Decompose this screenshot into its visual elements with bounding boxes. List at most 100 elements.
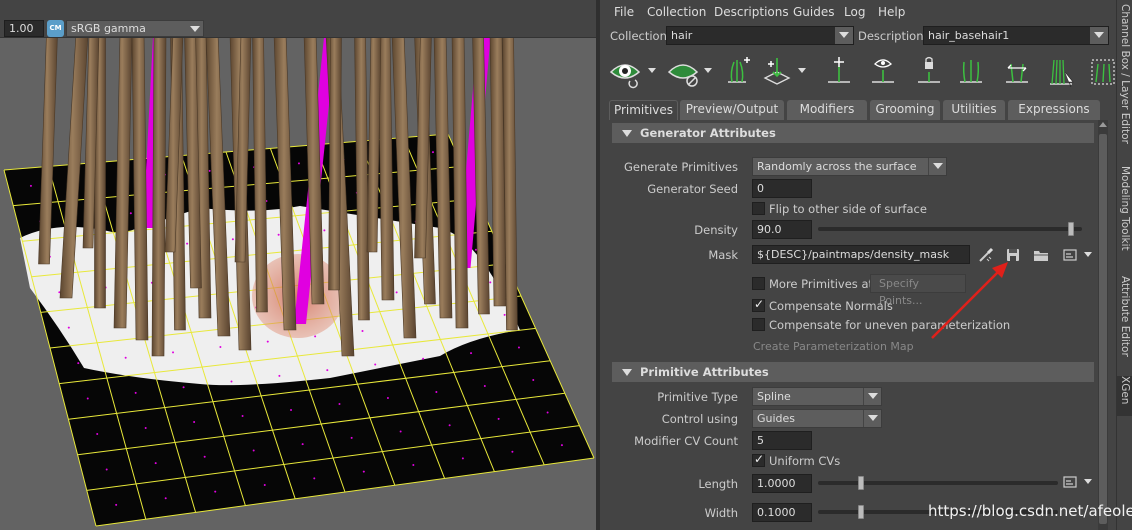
length-slider-handle[interactable] — [858, 476, 865, 490]
add-guide-icon[interactable] — [720, 54, 754, 90]
tab-utilities[interactable]: Utilities — [943, 100, 1005, 120]
guide-root-dot — [219, 346, 222, 349]
menu-collection[interactable]: Collection — [647, 5, 706, 19]
expression-editor-icon[interactable] — [1062, 246, 1080, 264]
guide-root-dot — [448, 424, 451, 427]
guide-root-dot — [230, 380, 233, 383]
width-label: Width — [704, 506, 738, 520]
side-tab-attribute-editor[interactable]: Attribute Editor — [1117, 276, 1132, 362]
guide-root-dot — [86, 397, 89, 400]
description-label: Description — [858, 29, 924, 43]
color-management-icon[interactable]: CM — [47, 20, 64, 37]
select-guides-icon[interactable] — [608, 54, 642, 90]
more-primitives-checkbox[interactable] — [752, 277, 765, 290]
uniform-cvs-checkbox[interactable] — [752, 452, 765, 467]
width-slider-handle[interactable] — [858, 505, 865, 519]
tab-preview-output[interactable]: Preview/Output — [680, 100, 784, 120]
generator-attributes-header[interactable]: Generator Attributes — [612, 123, 1094, 143]
guide-root-dot — [301, 443, 304, 446]
guide-root-dot — [474, 248, 477, 251]
guide-root-dot — [422, 357, 425, 360]
guide-root-dot — [77, 362, 80, 365]
side-tab-modeling-toolkit[interactable]: Modeling Toolkit — [1117, 166, 1132, 258]
guide-root-dot — [278, 374, 281, 377]
menu-file[interactable]: File — [614, 5, 634, 19]
normalize-guide-icon[interactable] — [954, 54, 988, 90]
density-slider-handle[interactable] — [1068, 222, 1075, 236]
lock-guide-icon[interactable] — [912, 54, 946, 90]
guide-root-dot — [431, 151, 434, 154]
tab-primitives[interactable]: Primitives — [609, 100, 678, 120]
tab-modifiers[interactable]: Modifiers — [787, 100, 867, 120]
guide-root-dot — [186, 242, 189, 245]
chevron-down-icon[interactable] — [1084, 252, 1092, 257]
tab-grooming[interactable]: Grooming — [870, 100, 940, 120]
collection-select[interactable]: hair — [666, 26, 854, 45]
guide-root-dot — [172, 351, 175, 354]
guide-root-dot — [412, 464, 415, 467]
sculpt-guide-icon[interactable] — [1084, 54, 1116, 90]
compensate-normals-checkbox[interactable] — [752, 297, 765, 312]
side-tab-channel-box[interactable]: Channel Box / Layer Editor — [1117, 4, 1132, 154]
guide-root-dot — [266, 340, 269, 343]
colorspace-select[interactable]: sRGB gamma — [66, 20, 204, 37]
guide-root-dot — [144, 427, 147, 429]
side-tab-xgen[interactable]: XGen — [1117, 376, 1132, 416]
chevron-down-icon[interactable] — [1084, 479, 1092, 484]
create-parameterization-map-button[interactable]: Create Parameterization Map — [753, 340, 914, 353]
guide-root-dot — [517, 346, 520, 349]
gamma-input[interactable]: 1.00 — [4, 20, 44, 37]
length-field[interactable]: 1.0000 — [752, 474, 812, 493]
more-primitives-label: More Primitives at — [769, 277, 874, 291]
control-using-select[interactable]: Guides — [752, 409, 882, 428]
show-guide-icon[interactable] — [866, 54, 900, 90]
length-slider[interactable] — [818, 481, 1058, 485]
density-field[interactable]: 90.0 — [752, 220, 812, 239]
guide-root-dot — [374, 363, 377, 366]
bend-guide-icon[interactable] — [822, 54, 856, 90]
menu-guides[interactable]: Guides — [793, 5, 835, 19]
side-tab-xgen-label: XGen — [1119, 376, 1131, 405]
generate-primitives-select[interactable]: Randomly across the surface — [752, 157, 947, 176]
rebuild-guide-icon[interactable] — [1044, 54, 1078, 90]
scroll-thumb[interactable] — [1099, 134, 1107, 524]
flip-side-checkbox[interactable] — [752, 202, 765, 215]
modifier-cv-count-field[interactable]: 5 — [752, 431, 812, 450]
guide-root-dot — [252, 449, 255, 452]
guide-root-dot — [124, 356, 127, 359]
folder-icon[interactable] — [1032, 246, 1050, 264]
scroll-up-icon[interactable] — [1099, 122, 1107, 127]
generator-seed-field[interactable]: 0 — [752, 179, 812, 198]
guide-root-dot — [511, 450, 514, 453]
3d-viewport[interactable]: 1.00 CM sRGB gamma — [0, 0, 596, 530]
width-field[interactable]: 0.1000 — [752, 503, 812, 522]
primitive-type-select[interactable]: Spline — [752, 387, 882, 406]
guide-root-dot — [399, 430, 402, 433]
menu-log[interactable]: Log — [844, 5, 865, 19]
tab-expressions[interactable]: Expressions — [1008, 100, 1100, 120]
generator-header-label: Generator Attributes — [640, 126, 776, 140]
density-slider[interactable] — [818, 227, 1082, 231]
guide-root-dot — [386, 397, 389, 399]
flip-guide-icon[interactable] — [1000, 54, 1034, 90]
guide-root-dot — [29, 184, 32, 187]
move-guide-icon[interactable] — [760, 54, 794, 90]
panel-scrollbar[interactable] — [1098, 120, 1108, 530]
compensate-uneven-checkbox[interactable] — [752, 318, 765, 331]
chevron-down-icon[interactable] — [648, 68, 656, 73]
scene-canvas[interactable] — [0, 38, 596, 530]
guide-root-dot — [503, 313, 506, 316]
hide-guides-icon[interactable] — [666, 54, 700, 90]
guide-root-dot — [297, 162, 300, 165]
guide-root-dot — [134, 391, 137, 394]
menu-help[interactable]: Help — [878, 5, 905, 19]
flip-side-label: Flip to other side of surface — [769, 202, 927, 216]
primitive-type-value: Spline — [757, 390, 791, 403]
chevron-down-icon[interactable] — [704, 68, 712, 73]
chevron-down-icon[interactable] — [798, 68, 806, 73]
menu-descriptions[interactable]: Descriptions — [714, 5, 789, 19]
guide-root-dot — [154, 462, 157, 465]
expression-editor-icon[interactable] — [1062, 473, 1080, 491]
primitive-attributes-header[interactable]: Primitive Attributes — [612, 362, 1094, 382]
description-select[interactable]: hair_basehair1 — [923, 26, 1109, 45]
